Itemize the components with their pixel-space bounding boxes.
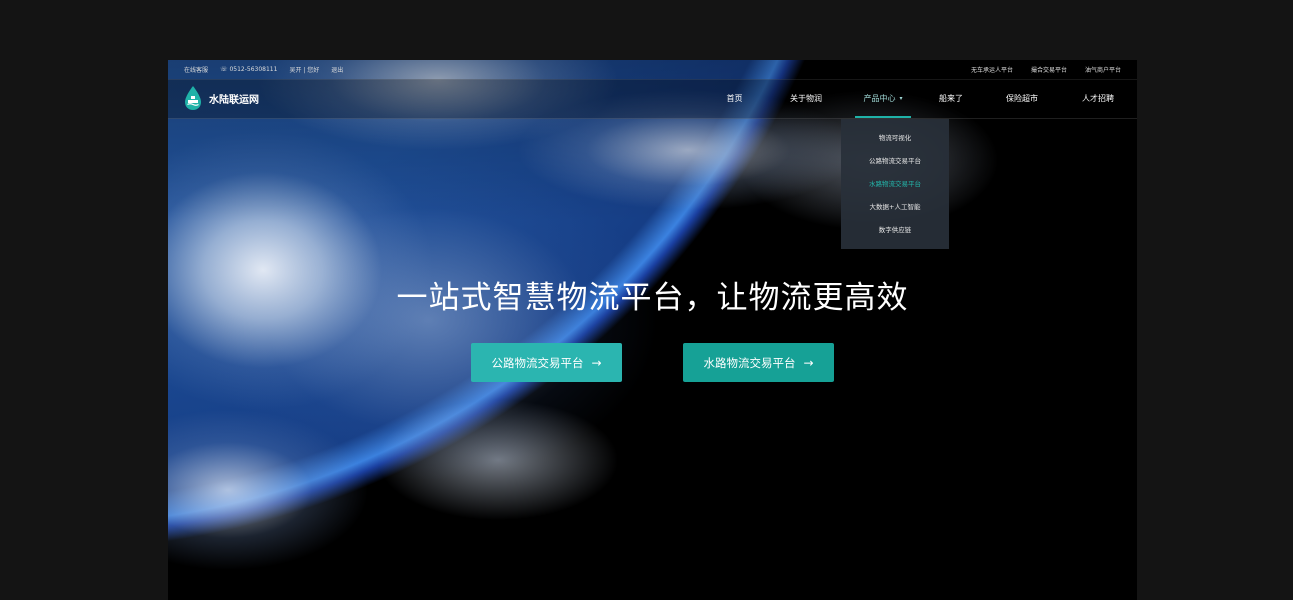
water-platform-button[interactable]: 水路物流交易平台 → — [683, 343, 834, 382]
dropdown-item-bigdata-ai[interactable]: 大数据+人工智能 — [841, 194, 949, 217]
arrow-right-icon: → — [803, 355, 814, 370]
user-greeting[interactable]: 吴开 | 您好 — [289, 65, 319, 74]
main-nav: 首页 关于物润 产品中心 ▾ 船来了 保险超市 人才招聘 — [706, 79, 1137, 118]
dropdown-item-supply-chain[interactable]: 数字供应链 — [841, 217, 949, 240]
nav-ships[interactable]: 船来了 — [917, 79, 985, 118]
phone-icon: ☏ — [220, 66, 228, 73]
products-dropdown-menu: 物流可视化 公路物流交易平台 水路物流交易平台 大数据+人工智能 数字供应链 — [841, 119, 949, 249]
road-platform-button[interactable]: 公路物流交易平台 → — [471, 343, 622, 382]
nav-careers[interactable]: 人才招聘 — [1059, 79, 1137, 118]
phone-number: ☏ 0512-56308111 — [220, 66, 277, 73]
dropdown-item-road-platform[interactable]: 公路物流交易平台 — [841, 148, 949, 171]
water-drop-logo-icon — [185, 86, 201, 110]
road-platform-label: 公路物流交易平台 — [491, 355, 584, 370]
link-matching-platform[interactable]: 撮合交易平台 — [1031, 65, 1067, 74]
link-oil-platform[interactable]: 油气商户平台 — [1085, 65, 1121, 74]
link-carrier-platform[interactable]: 无车承运人平台 — [971, 65, 1013, 74]
chevron-down-icon: ▾ — [899, 95, 903, 102]
arrow-right-icon: → — [591, 355, 602, 370]
online-service-link[interactable]: 在线客服 — [184, 65, 208, 74]
water-platform-label: 水路物流交易平台 — [703, 355, 796, 370]
dropdown-item-water-platform[interactable]: 水路物流交易平台 — [841, 171, 949, 194]
top-utility-bar: 在线客服 ☏ 0512-56308111 吴开 | 您好 退出 无车承运人平台 … — [168, 60, 1137, 80]
dropdown-item-visualization[interactable]: 物流可视化 — [841, 125, 949, 148]
nav-insurance[interactable]: 保险超市 — [985, 79, 1059, 118]
nav-about[interactable]: 关于物润 — [763, 79, 849, 118]
nav-products[interactable]: 产品中心 ▾ — [849, 79, 917, 118]
phone-text: 0512-56308111 — [229, 66, 278, 73]
nav-home[interactable]: 首页 — [706, 79, 763, 118]
logo[interactable]: 水陆联运网 — [183, 85, 259, 111]
brand-name: 水陆联运网 — [209, 94, 259, 106]
nav-products-label: 产品中心 — [863, 94, 896, 103]
hero-title: 一站式智慧物流平台，让物流更高效 — [396, 280, 909, 316]
logout-link[interactable]: 退出 — [331, 65, 343, 74]
hero-frame: 在线客服 ☏ 0512-56308111 吴开 | 您好 退出 无车承运人平台 … — [168, 60, 1137, 600]
main-header: 水陆联运网 首页 关于物润 产品中心 ▾ 船来了 保险超市 人才招聘 — [168, 79, 1137, 119]
